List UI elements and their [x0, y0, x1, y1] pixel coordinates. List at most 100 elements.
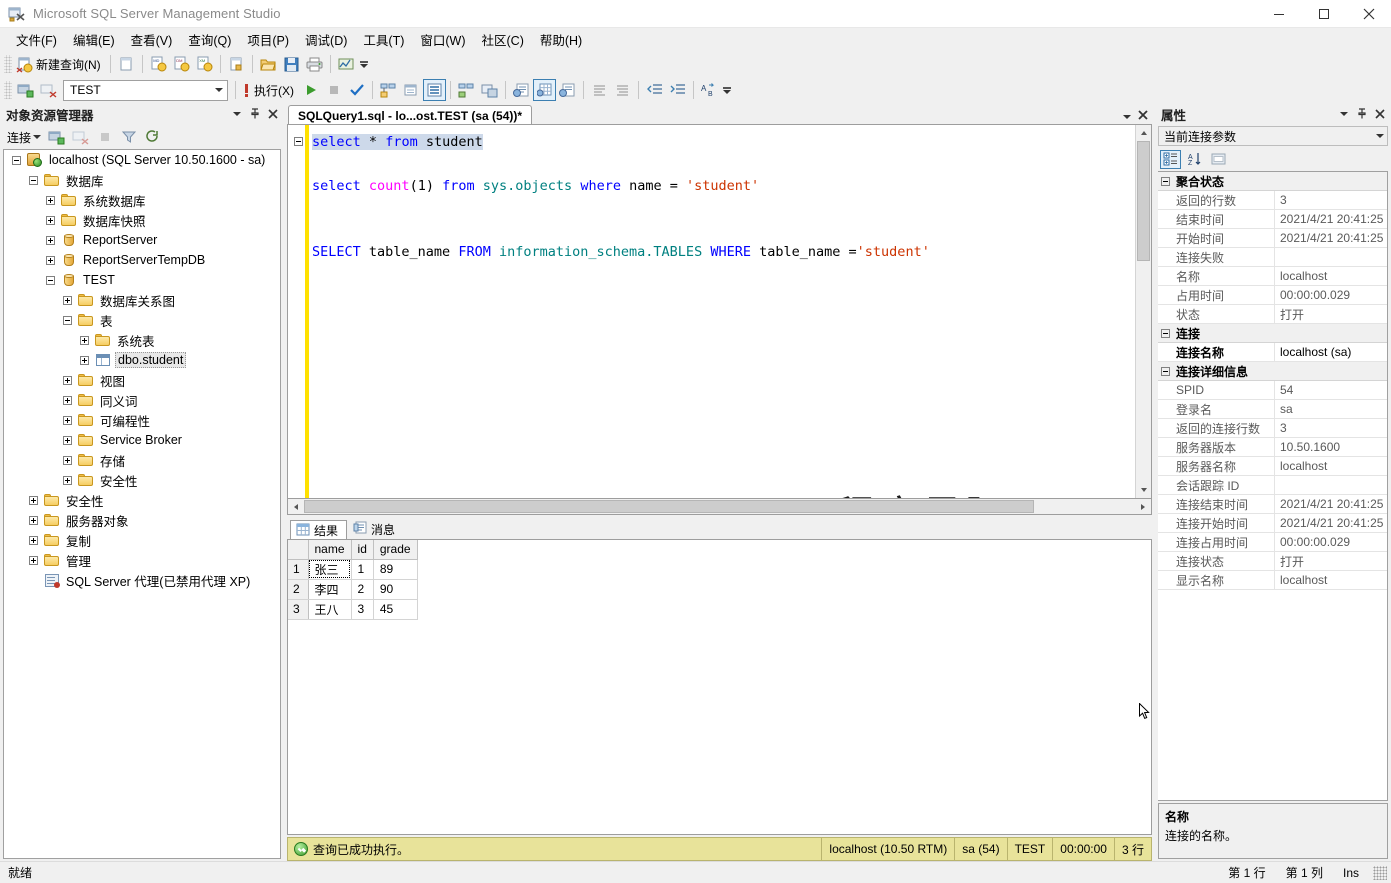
code-line[interactable]: [288, 153, 1135, 175]
expand-plus-icon[interactable]: [61, 294, 74, 307]
table-row[interactable]: 3 王八 3 45: [288, 599, 418, 620]
expand-plus-icon[interactable]: [61, 474, 74, 487]
row-number[interactable]: 2: [288, 579, 309, 600]
menu-window[interactable]: 窗口(W): [412, 27, 473, 52]
results-grid[interactable]: name id grade 1 张三 1 89 2 李四 2 90 3 王八 3 45: [287, 539, 1152, 835]
property-value[interactable]: localhost (sa): [1274, 343, 1387, 361]
collapse-minus-icon[interactable]: [27, 174, 40, 187]
tree-node[interactable]: 视图: [4, 370, 280, 390]
expand-plus-icon[interactable]: [61, 374, 74, 387]
tree-node[interactable]: 服务器对象: [4, 510, 280, 530]
chevron-down-icon[interactable]: [1372, 134, 1387, 138]
open-file-icon[interactable]: [257, 53, 280, 75]
stop-icon[interactable]: [93, 126, 116, 148]
collapse-minus-icon[interactable]: [61, 314, 74, 327]
property-value[interactable]: 00:00:00.029: [1274, 533, 1387, 551]
new-xmla-query-icon[interactable]: XM: [193, 53, 216, 75]
results-to-text-icon[interactable]: [510, 79, 533, 101]
column-header[interactable]: name: [308, 540, 352, 560]
property-value[interactable]: 2021/4/21 20:41:25: [1274, 229, 1387, 247]
property-value[interactable]: localhost: [1274, 457, 1387, 475]
scroll-up-arrow[interactable]: [1136, 125, 1151, 141]
property-value[interactable]: 3: [1274, 191, 1387, 209]
chevron-down-icon[interactable]: [1335, 105, 1353, 123]
new-mdx-query-icon[interactable]: MD: [147, 53, 170, 75]
tree-node[interactable]: 数据库关系图: [4, 290, 280, 310]
results-to-grid-icon[interactable]: [533, 79, 556, 101]
menu-debug[interactable]: 调试(D): [297, 27, 355, 52]
scroll-down-arrow[interactable]: [1136, 482, 1151, 498]
properties-grid[interactable]: 聚合状态 返回的行数 3 结束时间 2021/4/21 20:41:25 开始时间 2021…: [1158, 171, 1388, 801]
save-icon[interactable]: [280, 53, 303, 75]
property-row[interactable]: 会话跟踪 ID: [1158, 476, 1387, 495]
toolbar-overflow-button[interactable]: [358, 53, 370, 75]
property-value[interactable]: localhost: [1274, 571, 1387, 589]
property-group-row[interactable]: 连接详细信息: [1158, 362, 1387, 381]
refresh-icon[interactable]: [141, 126, 164, 148]
property-row[interactable]: 显示名称 localhost: [1158, 571, 1387, 590]
property-row[interactable]: 连接失败: [1158, 248, 1387, 267]
results-to-file-icon[interactable]: [556, 79, 579, 101]
expand-plus-icon[interactable]: [27, 554, 40, 567]
property-row[interactable]: 连接状态 打开: [1158, 552, 1387, 571]
expand-plus-icon[interactable]: [27, 494, 40, 507]
cell-name[interactable]: 张三: [308, 559, 352, 580]
toolbar-overflow-button[interactable]: [721, 79, 733, 101]
collapse-minus-icon[interactable]: [10, 154, 23, 167]
expand-plus-icon[interactable]: [44, 234, 57, 247]
include-actual-plan-icon[interactable]: [423, 79, 446, 101]
property-row[interactable]: 占用时间 00:00:00.029: [1158, 286, 1387, 305]
property-row[interactable]: 登录名 sa: [1158, 400, 1387, 419]
connect-icon[interactable]: [45, 126, 68, 148]
column-header[interactable]: grade: [373, 540, 418, 560]
table-row[interactable]: 1 张三 1 89: [288, 559, 418, 580]
database-selector[interactable]: TEST: [63, 79, 228, 101]
close-icon[interactable]: [1346, 0, 1391, 28]
code-line[interactable]: select * from student: [288, 131, 1135, 153]
menu-community[interactable]: 社区(C): [474, 27, 532, 52]
property-value[interactable]: 54: [1274, 381, 1387, 399]
find-replace-icon[interactable]: AB: [698, 79, 721, 101]
maximize-icon[interactable]: [1301, 0, 1346, 28]
property-value[interactable]: sa: [1274, 400, 1387, 418]
tree-node[interactable]: dbo.student: [4, 350, 280, 370]
editor-vertical-scrollbar[interactable]: [1135, 125, 1151, 498]
grid-corner-header[interactable]: [288, 540, 309, 560]
property-value[interactable]: 2021/4/21 20:41:25: [1274, 210, 1387, 228]
expand-plus-icon[interactable]: [44, 254, 57, 267]
property-row[interactable]: 服务器名称 localhost: [1158, 457, 1387, 476]
property-value[interactable]: 2021/4/21 20:41:25: [1274, 514, 1387, 532]
tree-node[interactable]: 系统表: [4, 330, 280, 350]
cell-grade[interactable]: 45: [373, 599, 418, 620]
include-client-statistics-icon[interactable]: [455, 79, 478, 101]
property-value[interactable]: 3: [1274, 419, 1387, 437]
tab-sqlquery1[interactable]: SQLQuery1.sql - lo...ost.TEST (sa (54))*: [288, 105, 533, 125]
menu-project[interactable]: 项目(P): [239, 27, 297, 52]
row-number[interactable]: 3: [288, 599, 309, 620]
property-group-row[interactable]: 聚合状态: [1158, 172, 1387, 191]
scroll-left-arrow[interactable]: [288, 499, 304, 514]
stop-icon[interactable]: [322, 79, 345, 101]
property-value[interactable]: localhost: [1274, 267, 1387, 285]
property-row[interactable]: 连接名称 localhost (sa): [1158, 343, 1387, 362]
tree-node[interactable]: TEST: [4, 270, 280, 290]
tree-node[interactable]: SQL Server 代理(已禁用代理 XP): [4, 570, 280, 590]
chevron-down-icon[interactable]: [211, 88, 227, 92]
tree-node[interactable]: 数据库: [4, 170, 280, 190]
categorized-icon[interactable]: [1160, 149, 1181, 169]
property-value[interactable]: 2021/4/21 20:41:25: [1274, 495, 1387, 513]
cell-id[interactable]: 3: [351, 599, 374, 620]
display-estimated-plan-icon[interactable]: [377, 79, 400, 101]
property-row[interactable]: 服务器版本 10.50.1600: [1158, 438, 1387, 457]
expand-plus-icon[interactable]: [61, 434, 74, 447]
new-project-item-icon[interactable]: [225, 53, 248, 75]
scroll-track[interactable]: [1136, 141, 1151, 482]
property-value[interactable]: 10.50.1600: [1274, 438, 1387, 456]
connect-icon[interactable]: [14, 79, 37, 101]
cell-grade[interactable]: 89: [373, 559, 418, 580]
property-row[interactable]: 连接结束时间 2021/4/21 20:41:25: [1158, 495, 1387, 514]
parse-check-icon[interactable]: [345, 79, 368, 101]
property-value[interactable]: [1274, 248, 1387, 266]
property-row[interactable]: 结束时间 2021/4/21 20:41:25: [1158, 210, 1387, 229]
query-options-icon[interactable]: [400, 79, 423, 101]
